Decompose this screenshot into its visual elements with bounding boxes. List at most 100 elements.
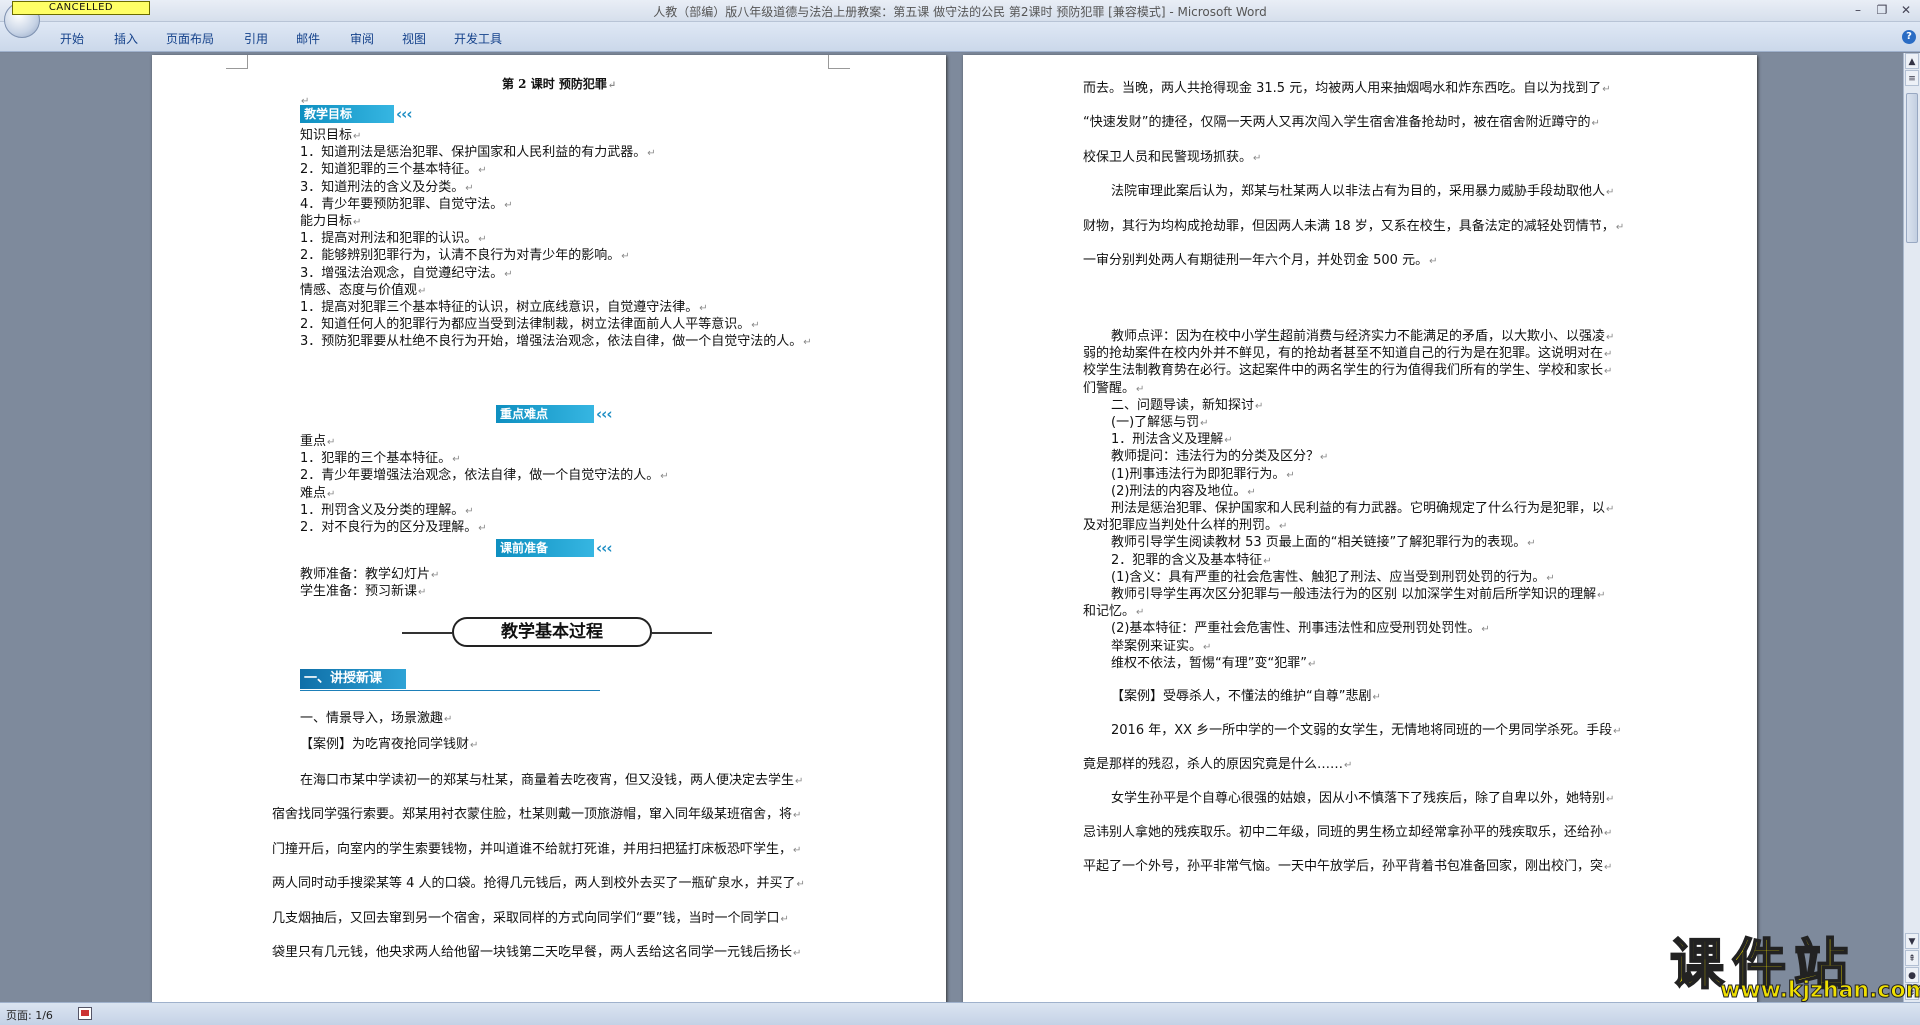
status-bar: 页面: 1/6 [0, 1002, 1920, 1025]
text-line: 弱的抢劫案件在校内外并不鲜见，有的抢劫者甚至不知道自己的行为是在犯罪。这说明对在… [1083, 346, 1613, 362]
text-line: 和记忆。↵ [1083, 604, 1145, 620]
text-line: 教师准备：教学幻灯片↵ [300, 567, 440, 582]
text-line: 们警醒。↵ [1083, 380, 1145, 396]
text-line: 门撞开后，向室内的学生索要钱物，并叫道谁不给就打死谁，并用扫把猛打床板恐吓学生，… [272, 841, 802, 857]
text-line: 知识目标↵ [300, 128, 362, 143]
text-line: 2．能够辨别犯罪行为，认清不良行为对青少年的影响。↵ [300, 248, 630, 264]
text-line: 3．预防犯罪要从杜绝不良行为开始，增强法治观念，依法自律，做一个自觉守法的人。↵ [300, 334, 812, 350]
text-line: 2．知道犯罪的三个基本特征。↵ [300, 162, 487, 178]
banner-arrows-icon: ‹‹‹ [596, 405, 613, 423]
tab-mailings[interactable]: 邮件 [296, 30, 320, 47]
decorative-line [652, 632, 712, 634]
text-line: 教师引导学生阅读教材 53 页最上面的“相关链接”了解犯罪行为的表现。↵ [1111, 535, 1536, 551]
text-line: 举案例来证实。↵ [1111, 638, 1212, 654]
banner-arrows-icon: ‹‹‹ [596, 539, 613, 557]
text-line: 法院审理此案后认为，郑某与杜某两人以非法占有为目的，采用暴力威胁手段劫取他人↵ [1111, 184, 1615, 200]
banner-objectives: 教学目标 [300, 105, 394, 123]
text-line: 学生准备：预习新课↵ [300, 584, 427, 600]
text-line: 重点↵ [300, 434, 336, 449]
banner-keypoints: 重点难点 [496, 405, 594, 423]
banner-arrows-icon: ‹‹‹ [396, 105, 413, 123]
text-line: “快速发财”的捷径，仅隔一天两人又再次闯入学生宿舍准备抢劫时，被在宿舍附近蹲守的… [1083, 115, 1600, 131]
text-line: 【案例】受辱杀人，不懂法的维护“自尊”悲剧↵ [1111, 689, 1381, 704]
document-workspace: 第 2 课时 预防犯罪↵ ↵ 教学目标 ‹‹‹ 知识目标↵ 1．知道刑法是惩治犯罪… [0, 53, 1903, 1002]
text-line: 平起了一个外号，孙平非常气恼。一天中午放学后，孙平背着书包准备回家，刚出校门，突… [1083, 859, 1613, 874]
text-line: 1．犯罪的三个基本特征。↵ [300, 451, 461, 467]
text-line: 2．对不良行为的区分及理解。↵ [300, 520, 487, 535]
text-line: 1．提高对刑法和犯罪的认识。↵ [300, 231, 487, 247]
text-line: 教师点评：因为在校中小学生超前消费与经济实力不能满足的矛盾，以大欺小、以强凌↵ [1111, 329, 1615, 344]
text-line: 2016 年，XX 乡一所中学的一个文弱的女学生，无情地将同班的一个男同学杀死。… [1111, 723, 1622, 738]
text-line: 一、情景导入，场景激趣↵ [300, 711, 453, 726]
text-line: 2．知道任何人的犯罪行为都应当受到法律制裁，树立法律面前人人平等意识。↵ [300, 317, 760, 333]
text-line: (1)刑事违法行为即犯罪行为。↵ [1111, 466, 1295, 482]
minimize-icon[interactable]: – [1846, 1, 1870, 19]
text-line: 在海口市某中学读初一的郑某与杜某，商量着去吃夜宵，但又没钱，两人便决定去学生↵ [300, 773, 804, 788]
text-line: 及对犯罪应当判处什么样的刑罚。↵ [1083, 518, 1288, 534]
tab-home[interactable]: 开始 [60, 30, 84, 47]
page-counter[interactable]: 页面: 1/6 [6, 1007, 53, 1023]
cancelled-stamp: CANCELLED [12, 1, 150, 15]
text-line: (2)基本特征：严重社会危害性、刑事违法性和应受刑罚处罚性。↵ [1111, 621, 1490, 637]
text-line: 难点↵ [300, 485, 336, 501]
restore-icon[interactable]: ❐ [1870, 1, 1894, 19]
text-line: 【案例】为吃宵夜抢同学钱财↵ [300, 737, 479, 752]
text-line: 维权不依法，暂惕“有理”变“犯罪”↵ [1111, 655, 1317, 671]
text-line: 1．刑罚含义及分类的理解。↵ [300, 502, 474, 518]
scroll-up-icon[interactable]: ▲ [1905, 53, 1919, 69]
text-line: 教师引导学生再次区分犯罪与一般违法行为的区别 以加深学生对前后所学知识的理解↵ [1111, 587, 1606, 602]
tab-developer[interactable]: 开发工具 [454, 30, 502, 47]
site-logo: 课件站 www.kjzhan.com [1660, 920, 1920, 1004]
text-line: (一)了解惩与罚↵ [1111, 415, 1209, 430]
section-heading: 一、讲授新课 [300, 669, 406, 689]
text-line: 1．知道刑法是惩治犯罪、保护国家和人民利益的有力武器。↵ [300, 145, 656, 161]
text-line: 两人同时动手搜梁某等 4 人的口袋。抢得几元钱后，两人到校外去买了一瓶矿泉水，并… [272, 876, 805, 892]
text-line: 女学生孙平是个自尊心很强的姑娘，因从小不慎落下了残疾后，除了自卑以外，她特别↵ [1111, 791, 1615, 806]
macro-record-icon[interactable] [78, 1007, 92, 1020]
text-line: 教师提问：违法行为的分类及区分？↵ [1111, 449, 1329, 465]
text-line: 一审分别判处两人有期徒刑一年六个月，并处罚金 500 元。↵ [1083, 253, 1438, 268]
text-line: 二、问题导读，新知探讨↵ [1111, 397, 1264, 413]
text-line: 2．青少年要增强法治观念，依法自律，做一个自觉守法的人。↵ [300, 468, 669, 484]
margin-corner [828, 55, 850, 69]
title-bar: CANCELLED 人教（部编）版八年级道德与法治上册教案：第五课 做守法的公民… [0, 0, 1920, 38]
banner-prep: 课前准备 [496, 539, 594, 557]
tab-insert[interactable]: 插入 [114, 30, 138, 47]
decorative-line [402, 632, 452, 634]
text-line: 3．知道刑法的含义及分类。↵ [300, 179, 474, 195]
text-line: 忌讳别人拿她的残疾取乐。初中二年级，同班的男生杨立却经常拿孙平的残疾取乐，还给孙… [1083, 825, 1613, 840]
text-line: 袋里只有几元钱，他央求两人给他留一块钱第二天吃早餐，两人丢给这名同学一元钱后扬长… [272, 945, 802, 960]
logo-url: www.kjzhan.com [1720, 978, 1920, 1004]
margin-corner [226, 55, 248, 69]
ruler-toggle-icon[interactable]: ≡ [1905, 70, 1919, 86]
text-line: (1)含义：具有严重的社会危害性、触犯了刑法、应当受到刑罚处罚的行为。↵ [1111, 569, 1555, 585]
window-title: 人教（部编）版八年级道德与法治上册教案：第五课 做守法的公民 第2课时 预防犯罪… [653, 5, 1267, 19]
text-line: 竟是那样的残忍，杀人的原因究竟是什么……↵ [1083, 757, 1353, 772]
tab-view[interactable]: 视图 [402, 30, 426, 47]
text-line: 而去。当晚，两人共抢得现金 31.5 元，均被两人用来抽烟喝水和炸东西吃。自以为… [1083, 81, 1611, 96]
tab-references[interactable]: 引用 [244, 30, 268, 47]
text-line: 2．犯罪的含义及基本特征↵ [1111, 552, 1272, 568]
text-line: (2)刑法的内容及地位。↵ [1111, 483, 1256, 499]
text-line: 能力目标↵ [300, 214, 362, 229]
text-line: 4．青少年要预防犯罪、自觉守法。↵ [300, 196, 513, 212]
section-underline [300, 690, 600, 691]
text-line: 校学生法制教育势在必行。这起案件中的两名学生的行为值得我们所有的学生、学校和家长… [1083, 363, 1613, 379]
lesson-title: 第 2 课时 预防犯罪↵ [502, 77, 617, 91]
scroll-thumb[interactable] [1906, 93, 1918, 243]
text-line: 3．增强法治观念，自觉遵纪守法。↵ [300, 265, 513, 281]
document-page-1[interactable]: 第 2 课时 预防犯罪↵ ↵ 教学目标 ‹‹‹ 知识目标↵ 1．知道刑法是惩治犯罪… [152, 55, 946, 1002]
text-line: 财物，其行为均构成抢劫罪，但因两人未满 18 岁，又系在校生，具备法定的减轻处罚… [1083, 218, 1625, 234]
ribbon: 开始 插入 页面布局 引用 邮件 审阅 视图 开发工具 ? [0, 22, 1920, 52]
tab-page-layout[interactable]: 页面布局 [166, 30, 214, 47]
text-line: 1．提高对犯罪三个基本特征的认识，树立底线意识，自觉遵守法律。↵ [300, 300, 708, 315]
help-icon[interactable]: ? [1902, 30, 1916, 44]
close-icon[interactable]: ✕ [1894, 1, 1918, 19]
text-line: 校保卫人员和民警现场抓获。↵ [1083, 149, 1262, 165]
text-line: 宿舍找同学强行索要。郑某用衬衣蒙住脸，杜某则戴一顶旅游帽，窜入同年级某班宿舍，将… [272, 807, 802, 823]
text-line: 几支烟抽后，又回去窜到另一个宿舍，采取同样的方式向同学们“要”钱，当时一个同学口… [272, 910, 789, 926]
vertical-scrollbar[interactable]: ▲ ≡ ▼ ⇞ ● ⇟ [1903, 53, 1920, 1002]
tab-review[interactable]: 审阅 [350, 30, 374, 47]
text-line: 情感、态度与价值观↵ [300, 282, 427, 298]
document-page-2[interactable]: 而去。当晚，两人共抢得现金 31.5 元，均被两人用来抽烟喝水和炸东西吃。自以为… [963, 55, 1757, 1002]
